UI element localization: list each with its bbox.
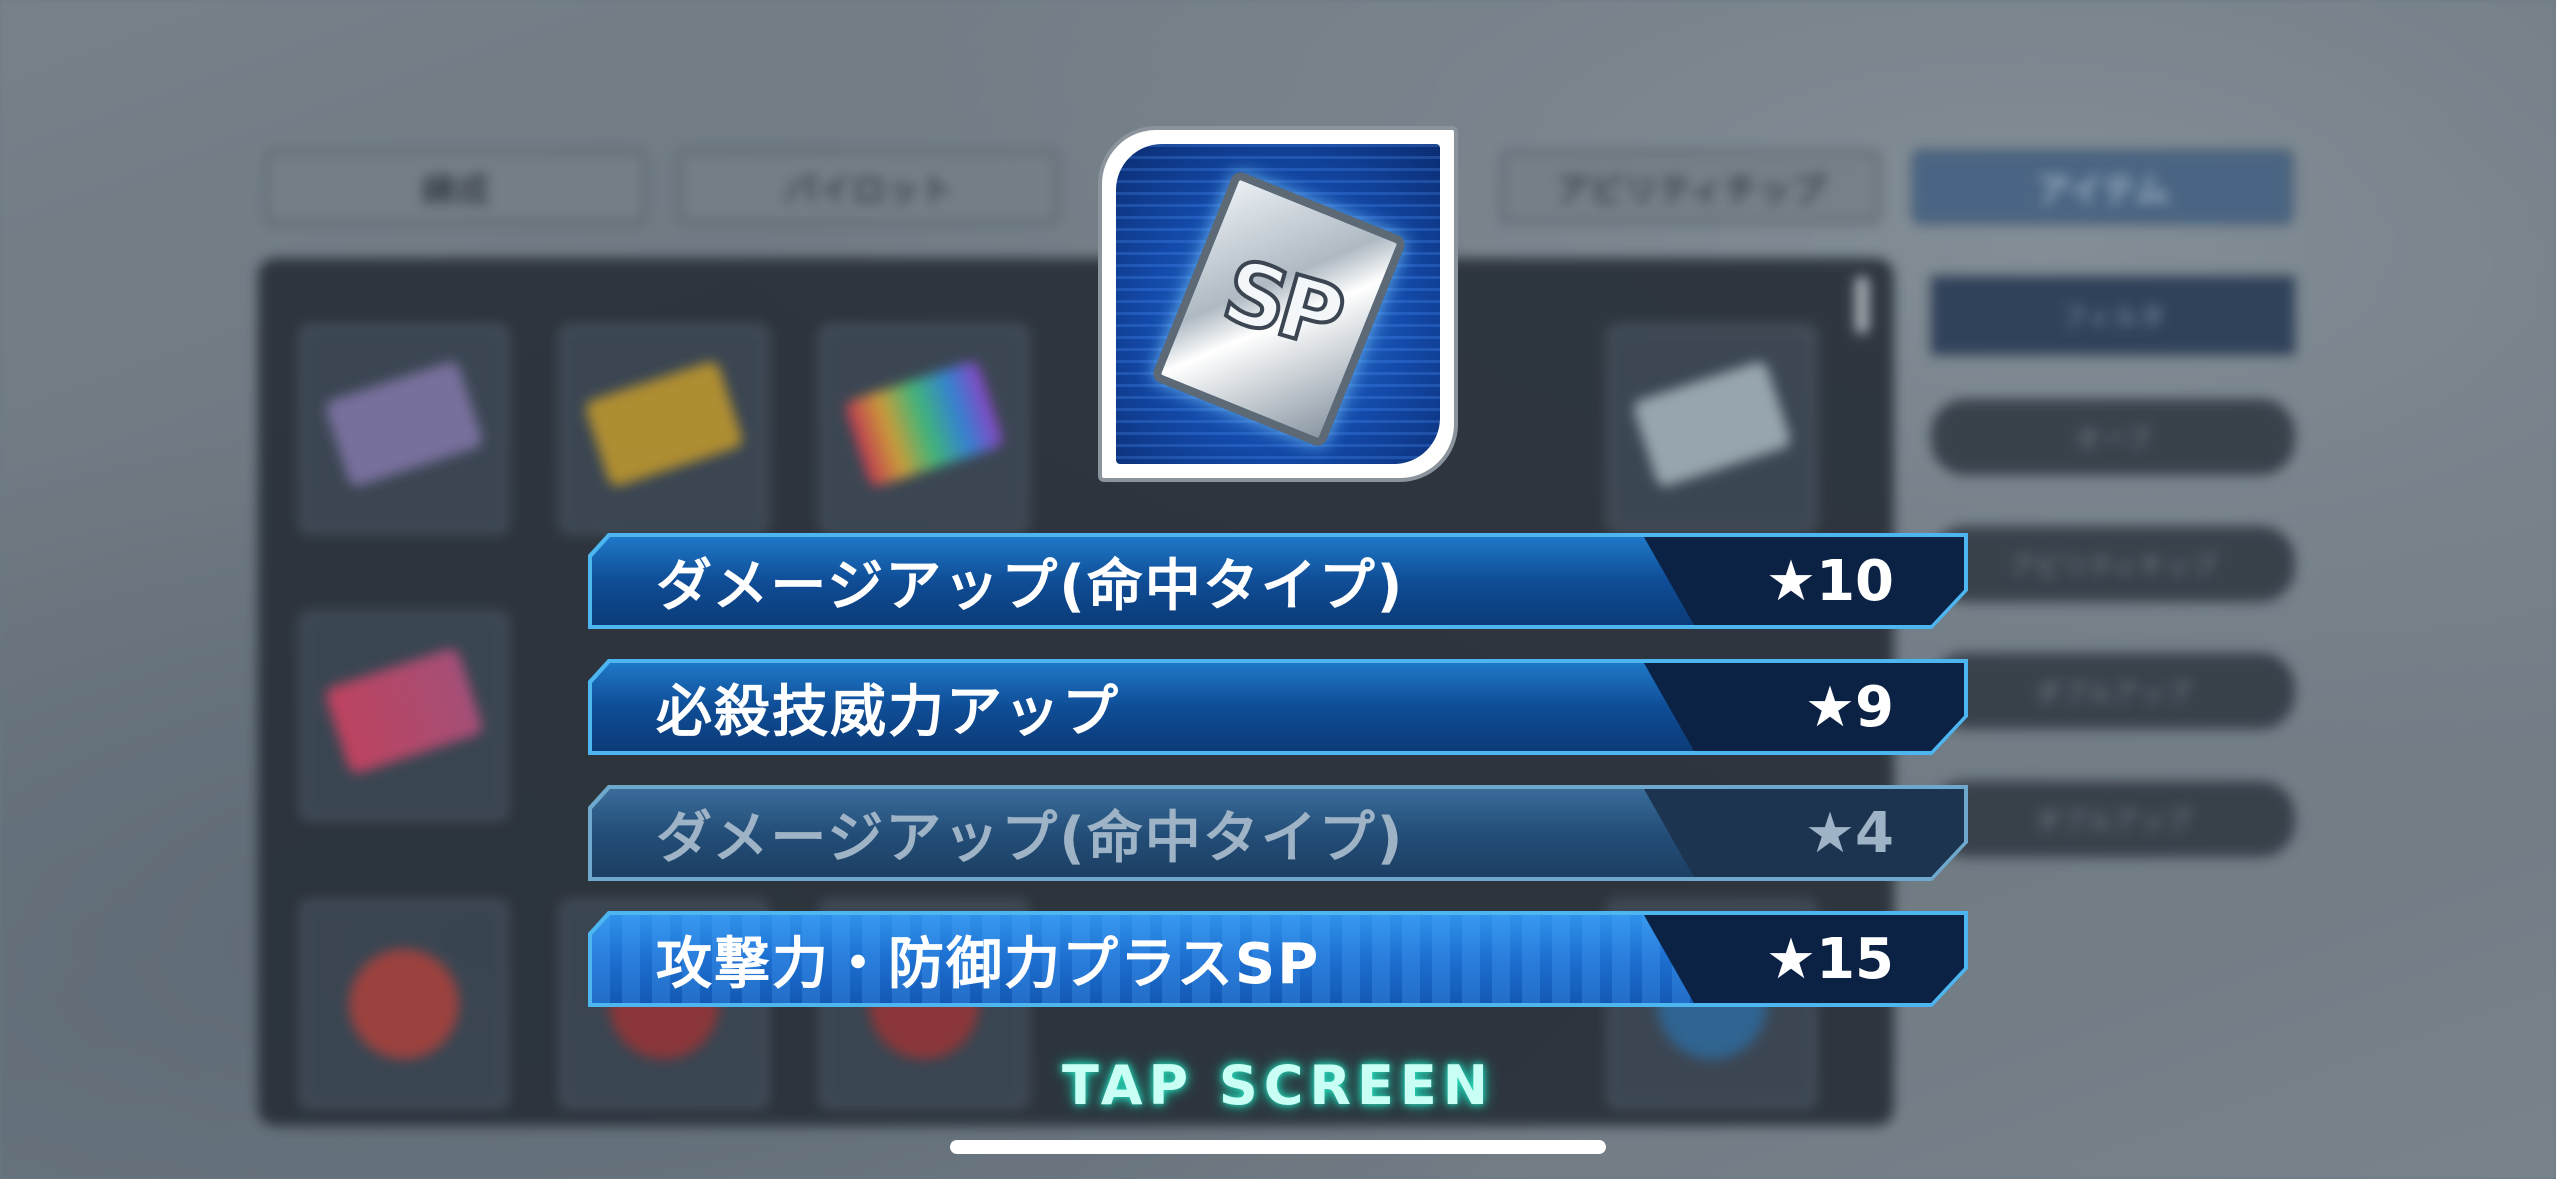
ability-row-panel: 攻撃力・防御力プラスSP ★15	[592, 915, 1964, 1003]
item-icon-background: SP	[1116, 144, 1440, 464]
home-indicator[interactable]	[950, 1140, 1606, 1154]
ability-rank: ★4	[1804, 800, 1894, 866]
ability-rank: ★15	[1765, 926, 1894, 992]
ability-rank: ★10	[1765, 548, 1894, 614]
sp-chip-item-icon: SP	[1098, 126, 1458, 482]
ability-row-panel: ダメージアップ(命中タイプ) ★10	[592, 537, 1964, 625]
ability-row-highlight: 攻撃力・防御力プラスSP ★15	[588, 911, 1968, 1007]
ability-rank: ★9	[1804, 674, 1894, 740]
ability-name: 攻撃力・防御力プラスSP	[656, 931, 1321, 997]
sp-card-icon: SP	[1150, 169, 1408, 449]
ability-name: ダメージアップ(命中タイプ)	[656, 553, 1405, 619]
ability-row-dimmed: ダメージアップ(命中タイプ) ★4	[588, 785, 1968, 881]
ability-row-panel: ダメージアップ(命中タイプ) ★4	[592, 789, 1964, 877]
ability-name: 必殺技威力アップ	[656, 679, 1120, 745]
ability-name: ダメージアップ(命中タイプ)	[656, 805, 1405, 871]
sp-card-label: SP	[1211, 239, 1351, 370]
ability-row-panel: 必殺技威力アップ ★9	[592, 663, 1964, 751]
ability-row: ダメージアップ(命中タイプ) ★10	[588, 533, 1968, 629]
ability-row: 必殺技威力アップ ★9	[588, 659, 1968, 755]
tap-screen-prompt[interactable]: TAP SCREEN	[1000, 1050, 1556, 1120]
